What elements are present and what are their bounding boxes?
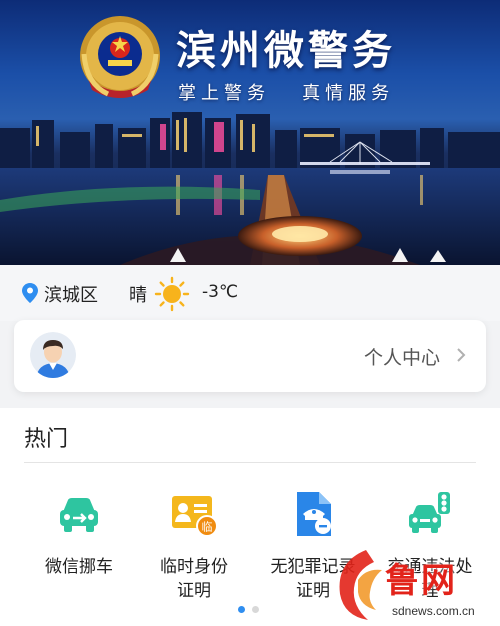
temperature: -3℃ bbox=[202, 282, 239, 302]
section-divider bbox=[24, 462, 476, 463]
service-label: 临时身份证明 bbox=[160, 557, 228, 601]
user-avatar-icon bbox=[30, 332, 76, 378]
traffic-violation-icon bbox=[409, 492, 450, 533]
weather-condition: 晴 bbox=[129, 285, 147, 306]
sun-icon bbox=[154, 276, 190, 312]
watermark-url: sdnews.com.cn bbox=[392, 604, 475, 618]
section-title-hot: 热门 bbox=[24, 427, 69, 452]
page-dot-active[interactable] bbox=[238, 606, 245, 613]
header-banner: 滨州微警务 掌上警务 真情服务 bbox=[0, 0, 500, 265]
personal-center-card[interactable]: 个人中心 bbox=[14, 320, 486, 392]
service-wechat-move-car[interactable]: 微信挪车 bbox=[24, 490, 134, 579]
app-title: 滨州微警务 bbox=[176, 28, 396, 74]
page-dot[interactable] bbox=[252, 606, 259, 613]
chevron-right-icon bbox=[457, 348, 466, 362]
watermark-brand: 鲁网 bbox=[385, 561, 457, 601]
app-slogan: 掌上警务 真情服务 bbox=[178, 83, 395, 104]
personal-center-label: 个人中心 bbox=[363, 347, 440, 369]
district-selector[interactable]: 滨城区 bbox=[44, 281, 98, 307]
location-pin-icon bbox=[22, 283, 38, 303]
svg-text:临: 临 bbox=[202, 520, 213, 534]
car-move-icon bbox=[60, 498, 98, 532]
service-temp-id-proof[interactable]: 临 临时身份证明 bbox=[139, 490, 249, 603]
no-crime-record-icon bbox=[297, 492, 331, 536]
police-emblem-logo bbox=[80, 16, 160, 98]
temp-id-card-icon: 临 bbox=[172, 496, 218, 537]
service-label: 微信挪车 bbox=[45, 557, 113, 577]
